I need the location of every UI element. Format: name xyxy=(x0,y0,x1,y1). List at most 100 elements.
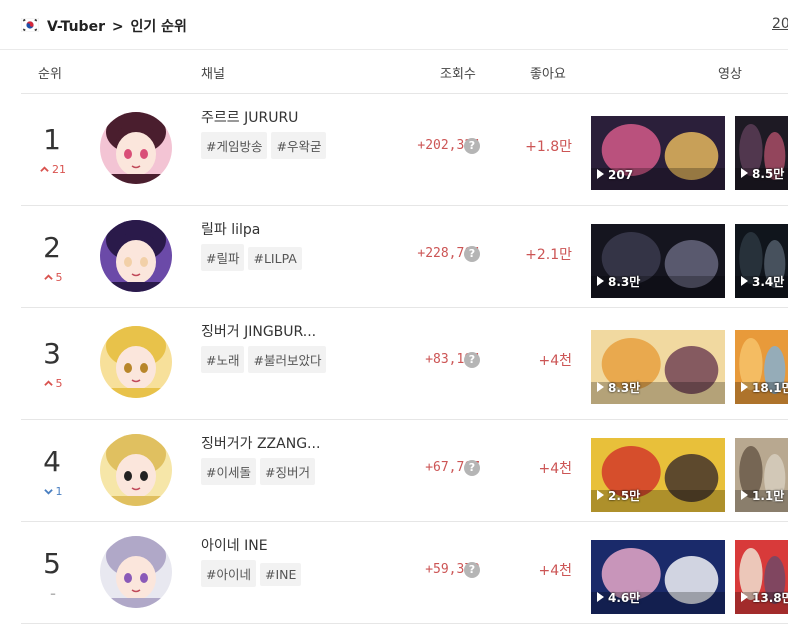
video-view-count: 2.5만 xyxy=(597,487,640,504)
play-icon xyxy=(597,592,604,602)
video-thumbnail[interactable]: 8.3만 xyxy=(591,330,725,404)
table-row[interactable]: 5– 아이네 INE #아이네 #INE +59,373? +4천 4.6만 13.8만 xyxy=(21,522,788,624)
channel-tag[interactable]: #징버거 xyxy=(259,458,315,485)
video-view-count-value: 207 xyxy=(608,168,634,182)
video-thumbnail[interactable]: 18.1만 xyxy=(735,330,788,404)
video-view-count: 18.1만 xyxy=(741,379,788,396)
like-count: +4천 xyxy=(538,563,572,579)
play-icon xyxy=(597,276,604,286)
channel-tag[interactable]: #아이네 xyxy=(201,560,256,587)
channel-tag[interactable]: #노래 xyxy=(201,346,245,373)
video-view-count: 8.3만 xyxy=(597,273,640,290)
video-view-count: 13.8만 xyxy=(741,589,788,606)
help-icon[interactable]: ? xyxy=(464,562,480,578)
column-rank: 순위 xyxy=(38,67,62,82)
play-icon xyxy=(597,169,604,179)
channel-tag[interactable]: #이세돌 xyxy=(201,458,256,485)
video-view-count-value: 13.8만 xyxy=(752,591,788,605)
video-view-count: 3.4만 xyxy=(741,273,784,290)
avatar-illustration xyxy=(100,536,172,608)
rank-change: 1 xyxy=(33,485,73,498)
channel-tag[interactable]: #LILPA xyxy=(248,247,302,270)
rank-change: 5 xyxy=(33,377,73,390)
video-view-count-value: 1.1만 xyxy=(752,489,785,503)
rank-change: – xyxy=(33,587,73,600)
channel-avatar[interactable] xyxy=(100,326,172,398)
like-count: +2.1만 xyxy=(525,247,572,263)
help-icon[interactable]: ? xyxy=(464,460,480,476)
video-view-count: 207 xyxy=(597,168,633,182)
chevron-up-icon xyxy=(40,166,49,172)
rank-change: 5 xyxy=(33,271,73,284)
channel-tag[interactable]: #우왁굳 xyxy=(271,132,327,159)
breadcrumb-separator: > xyxy=(111,19,124,35)
channel-tags: #릴파 #LILPA xyxy=(201,244,341,277)
channel-tags: #노래 #불러보았다 xyxy=(201,346,341,379)
play-icon xyxy=(741,276,748,286)
video-view-count-value: 18.1만 xyxy=(752,381,788,395)
table-row[interactable]: 2 5 릴파 lilpa #릴파 #LILPA +228,704? +2.1만 8.3만 3.4… xyxy=(21,206,788,308)
play-icon xyxy=(597,490,604,500)
channel-avatar[interactable] xyxy=(100,220,172,292)
channel-name[interactable]: 주르르 JURURU xyxy=(201,107,298,127)
video-view-count: 8.3만 xyxy=(597,379,640,396)
video-view-count: 8.5만 xyxy=(741,165,784,182)
date-link[interactable]: 20 xyxy=(772,16,788,32)
chevron-down-icon xyxy=(43,489,53,495)
chevron-up-icon xyxy=(43,380,53,386)
video-thumbnail[interactable]: 13.8만 xyxy=(735,540,788,614)
channel-tag[interactable]: #릴파 xyxy=(201,244,245,271)
breadcrumb-page: 인기 순위 xyxy=(130,19,187,35)
top-bar: V-Tuber > 인기 순위 20 xyxy=(0,0,788,50)
video-thumbnail[interactable]: 1.1만 xyxy=(735,438,788,512)
breadcrumb-section[interactable]: V-Tuber xyxy=(47,19,105,35)
video-view-count: 1.1만 xyxy=(741,487,784,504)
channel-tags: #게임방송 #우왁굳 xyxy=(201,132,341,165)
video-thumbnail[interactable]: 3.4만 xyxy=(735,224,788,298)
channel-name[interactable]: 징버거가 ZZANG... xyxy=(201,433,320,453)
video-thumbnail[interactable]: 8.5만 xyxy=(735,116,788,190)
play-icon xyxy=(741,592,748,602)
table-row[interactable]: 1 21 주르르 JURURU #게임방송 #우왁굳 +202,324? +1.8만 207 8… xyxy=(21,94,788,206)
column-videos: 영상 xyxy=(718,67,742,82)
channel-name[interactable]: 릴파 lilpa xyxy=(201,219,260,239)
breadcrumb: V-Tuber > 인기 순위 xyxy=(47,16,187,36)
rank-number: 5 xyxy=(43,547,61,580)
rank-number: 3 xyxy=(43,337,61,370)
channel-tags: #아이네 #INE xyxy=(201,560,341,593)
rank-change-value: 21 xyxy=(52,163,66,176)
table-row[interactable]: 3 5 징버거 JINGBUR... #노래 #불러보았다 +83,194? +4천 8.3만… xyxy=(21,308,788,420)
play-icon xyxy=(741,490,748,500)
channel-tag[interactable]: #INE xyxy=(259,563,302,586)
rank-change: 21 xyxy=(33,163,73,176)
channel-name[interactable]: 징버거 JINGBUR... xyxy=(201,321,316,341)
help-icon[interactable]: ? xyxy=(464,246,480,262)
video-thumbnail[interactable]: 207 xyxy=(591,116,725,190)
column-views: 조회수 xyxy=(440,67,476,82)
video-view-count-value: 8.5만 xyxy=(752,167,785,181)
video-thumbnail[interactable]: 4.6만 xyxy=(591,540,725,614)
rank-number: 4 xyxy=(43,445,61,478)
channel-tag[interactable]: #게임방송 xyxy=(201,132,268,159)
channel-avatar[interactable] xyxy=(100,434,172,506)
play-icon xyxy=(741,168,748,178)
video-thumbnail[interactable]: 2.5만 xyxy=(591,438,725,512)
channel-tag[interactable]: #불러보았다 xyxy=(248,346,327,373)
table-row[interactable]: 4 1 징버거가 ZZANG... #이세돌 #징버거 +67,707? +4천 2.5만 1.… xyxy=(21,420,788,522)
play-icon xyxy=(597,382,604,392)
video-thumbnail[interactable]: 8.3만 xyxy=(591,224,725,298)
channel-avatar[interactable] xyxy=(100,536,172,608)
video-view-count-value: 8.3만 xyxy=(608,275,641,289)
rank-change-value: 1 xyxy=(55,485,63,498)
channel-avatar[interactable] xyxy=(100,112,172,184)
rank-number: 2 xyxy=(43,231,61,264)
rank-number: 1 xyxy=(43,123,61,156)
help-icon[interactable]: ? xyxy=(464,352,480,368)
like-count: +1.8만 xyxy=(525,139,572,155)
help-icon[interactable]: ? xyxy=(464,138,480,154)
chevron-up-icon xyxy=(43,274,53,280)
video-view-count-value: 2.5만 xyxy=(608,489,641,503)
avatar-illustration xyxy=(100,434,172,506)
channel-name[interactable]: 아이네 INE xyxy=(201,535,268,555)
video-view-count-value: 3.4만 xyxy=(752,275,785,289)
